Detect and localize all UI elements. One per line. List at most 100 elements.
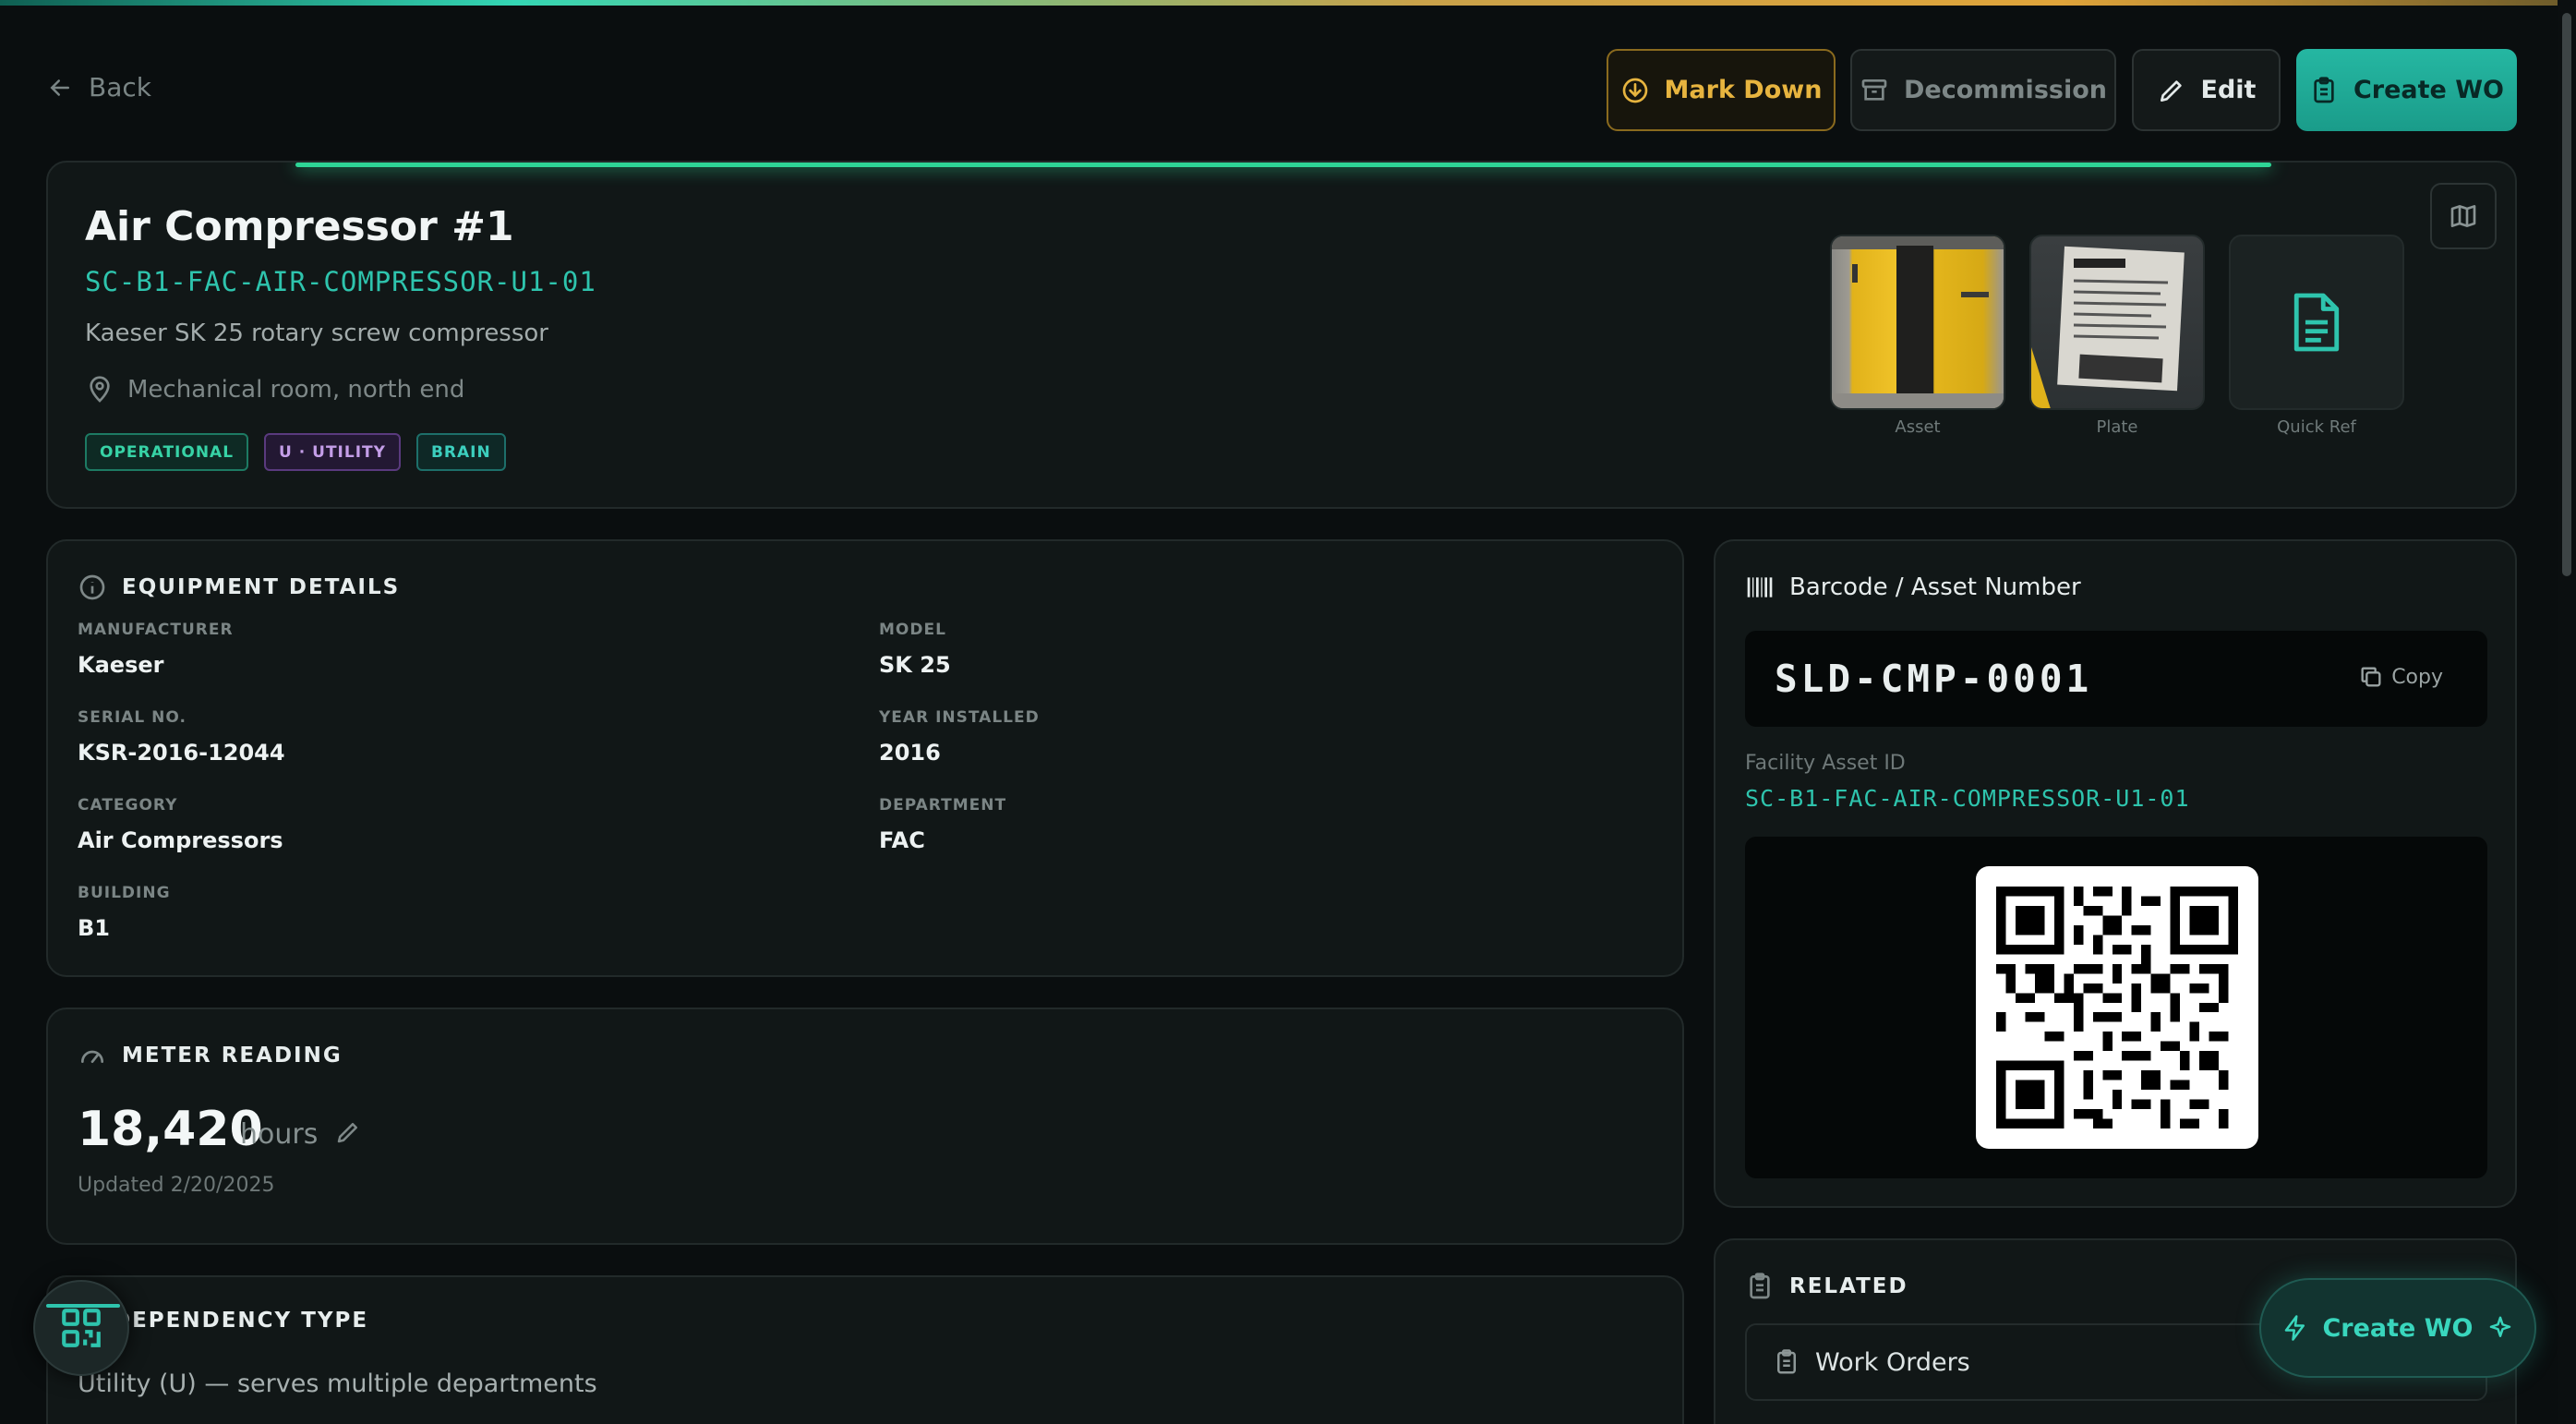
thumb-caption-plate: Plate (2096, 417, 2138, 437)
facility-asset-value: SC-B1-FAC-AIR-COMPRESSOR-U1-01 (1745, 785, 2190, 812)
floating-create-wo-button[interactable]: Create WO (2259, 1278, 2536, 1378)
field-value: FAC (879, 827, 925, 853)
quick-ref-thumb[interactable]: Quick Ref (2229, 235, 2404, 437)
meter-reading-title: METER READING (122, 1044, 343, 1068)
dependency-text: Utility (U) — serves multiple department… (78, 1370, 597, 1398)
related-header: RELATED (1745, 1272, 1908, 1301)
asset-number-box: SLD-CMP-0001 Copy (1745, 631, 2487, 727)
field-label: YEAR INSTALLED (879, 708, 1040, 727)
create-wo-button[interactable]: Create WO (2296, 49, 2517, 131)
field-building: BUILDING B1 (78, 884, 171, 941)
asset-title: Air Compressor #1 (85, 203, 514, 250)
asset-photo-thumb[interactable]: Asset (1830, 235, 2005, 437)
back-button[interactable]: Back (46, 72, 151, 103)
field-serial: SERIAL NO. KSR-2016-12044 (78, 708, 285, 766)
field-label: MODEL (879, 621, 946, 639)
equipment-details-title: EQUIPMENT DETAILS (122, 575, 401, 599)
thumb-caption-quickref: Quick Ref (2277, 417, 2356, 437)
barcode-header: Barcode / Asset Number (1745, 573, 2081, 602)
copy-icon (2361, 667, 2381, 687)
barcode-icon (1747, 577, 1773, 597)
field-value: Air Compressors (78, 827, 283, 853)
back-label: Back (89, 72, 151, 103)
scan-qr-button[interactable] (33, 1280, 129, 1376)
field-value: 2016 (879, 740, 941, 766)
copy-button[interactable]: Copy (2358, 664, 2443, 690)
field-value: Kaeser (78, 652, 164, 678)
asset-number: SLD-CMP-0001 (1775, 657, 2093, 701)
copy-label: Copy (2391, 665, 2443, 689)
map-icon (2450, 205, 2476, 227)
tag-list: OPERATIONAL U · UTILITY BRAIN (85, 433, 506, 471)
qr-scan-icon (62, 1309, 101, 1347)
quick-ref-doc[interactable] (2229, 235, 2404, 410)
info-icon (79, 574, 105, 600)
decommission-label: Decommission (1904, 76, 2107, 104)
brain-badge: BRAIN (415, 433, 506, 471)
field-value: B1 (78, 915, 110, 941)
asset-description: Kaeser SK 25 rotary screw compressor (85, 320, 548, 347)
related-title: RELATED (1789, 1274, 1908, 1298)
edit-button[interactable]: Edit (2132, 49, 2281, 131)
sparkle-icon (2489, 1316, 2510, 1337)
meter-reading-card: METER READING 18,420 hours Updated 2/20/… (46, 1008, 1684, 1245)
facility-asset-label: Facility Asset ID (1745, 752, 1906, 775)
document-icon (2293, 293, 2340, 352)
field-value: SK 25 (879, 652, 951, 678)
equipment-details-header: EQUIPMENT DETAILS (78, 573, 400, 602)
field-manufacturer: MANUFACTURER Kaeser (78, 621, 234, 678)
mark-down-button[interactable]: Mark Down (1607, 49, 1836, 131)
meter-value: 18,420 (78, 1102, 263, 1157)
map-pin-icon (90, 376, 110, 403)
status-badge: OPERATIONAL (85, 433, 249, 471)
meter-reading-header: METER READING (78, 1041, 343, 1070)
asset-summary-card: Air Compressor #1 SC-B1-FAC-AIR-COMPRESS… (46, 161, 2517, 509)
scrollbar-thumb[interactable] (2562, 13, 2571, 576)
asset-photo-image (1832, 236, 2004, 408)
field-value: KSR-2016-12044 (78, 740, 285, 766)
edit-meter-icon[interactable] (334, 1118, 362, 1146)
photo-strip: Asset Plate Quick Ref (1830, 235, 2404, 437)
equipment-details-card: EQUIPMENT DETAILS MANUFACTURER Kaeser MO… (46, 539, 1684, 977)
page-scrollbar[interactable] (2558, 0, 2576, 1424)
qr-code-panel (1745, 837, 2487, 1178)
dependency-card: DEPENDENCY TYPE Utility (U) — serves mul… (46, 1275, 1684, 1424)
plate-photo[interactable] (2029, 235, 2205, 410)
field-label: SERIAL NO. (78, 708, 187, 727)
pencil-icon (2160, 79, 2182, 102)
location-text: Mechanical room, north end (127, 376, 465, 404)
qr-code (1976, 866, 2258, 1149)
barcode-title: Barcode / Asset Number (1789, 573, 2081, 601)
clipboard-icon (1777, 1349, 1796, 1374)
plate-photo-image (2031, 246, 2185, 408)
field-label: MANUFACTURER (78, 621, 234, 639)
dependency-header: DEPENDENCY TYPE (113, 1309, 368, 1333)
top-progress-line (0, 0, 2576, 6)
decommission-button[interactable]: Decommission (1850, 49, 2116, 131)
edit-label: Edit (2200, 76, 2257, 104)
arrow-left-icon (50, 78, 69, 96)
mark-down-label: Mark Down (1664, 76, 1823, 104)
field-label: CATEGORY (78, 796, 178, 815)
clipboard-icon (1750, 1273, 1770, 1299)
utility-badge: U · UTILITY (264, 433, 401, 471)
field-label: DEPARTMENT (879, 796, 1007, 815)
asset-photo[interactable] (1830, 235, 2005, 410)
map-button[interactable] (2430, 183, 2497, 249)
scan-line (46, 1304, 120, 1308)
plate-photo-thumb[interactable]: Plate (2029, 235, 2205, 437)
thumb-caption-asset: Asset (1895, 417, 1941, 437)
qr-code-image (1996, 887, 2238, 1128)
gauge-icon (81, 1050, 103, 1063)
field-year-installed: YEAR INSTALLED 2016 (879, 708, 1040, 766)
meter-updated: Updated 2/20/2025 (78, 1174, 275, 1197)
meter-unit: hours (240, 1118, 319, 1151)
floating-create-wo-label: Create WO (2322, 1313, 2474, 1343)
related-item-label: Work Orders (1815, 1347, 1970, 1377)
field-label: BUILDING (78, 884, 171, 902)
archive-icon (1861, 78, 1887, 101)
facility-id: SC-B1-FAC-AIR-COMPRESSOR-U1-01 (85, 266, 596, 297)
create-wo-label: Create WO (2353, 76, 2504, 104)
clipboard-icon (2314, 76, 2334, 103)
field-department: DEPARTMENT FAC (879, 796, 1006, 853)
